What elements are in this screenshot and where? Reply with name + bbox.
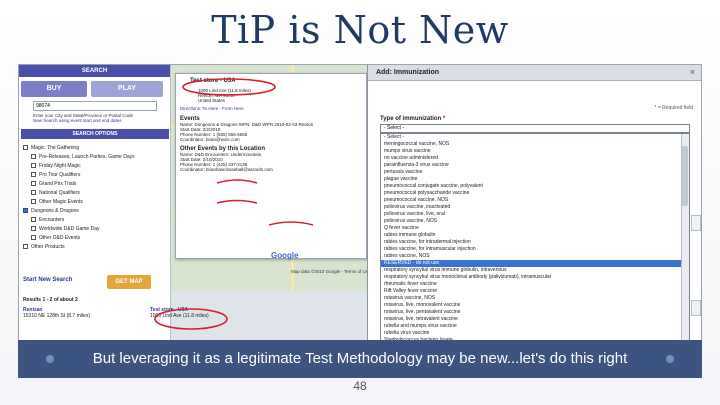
annotation-underline — [268, 221, 314, 226]
screenshot-frame: SEARCH BUY PLAY 98074 Enter your City an… — [18, 64, 702, 350]
annotation-ellipse — [154, 308, 228, 330]
caption-bar: But leveraging it as a legitimate Test M… — [18, 340, 702, 378]
annotation-ellipse — [182, 78, 276, 96]
annotation-underline — [216, 199, 258, 204]
slide-title: TiP is Not New — [211, 8, 509, 52]
annotation-marks — [154, 78, 314, 330]
annotation-underline — [216, 179, 258, 184]
page-number: 48 — [353, 379, 367, 393]
bullet-dot — [666, 355, 674, 363]
bullet-dot — [46, 355, 54, 363]
